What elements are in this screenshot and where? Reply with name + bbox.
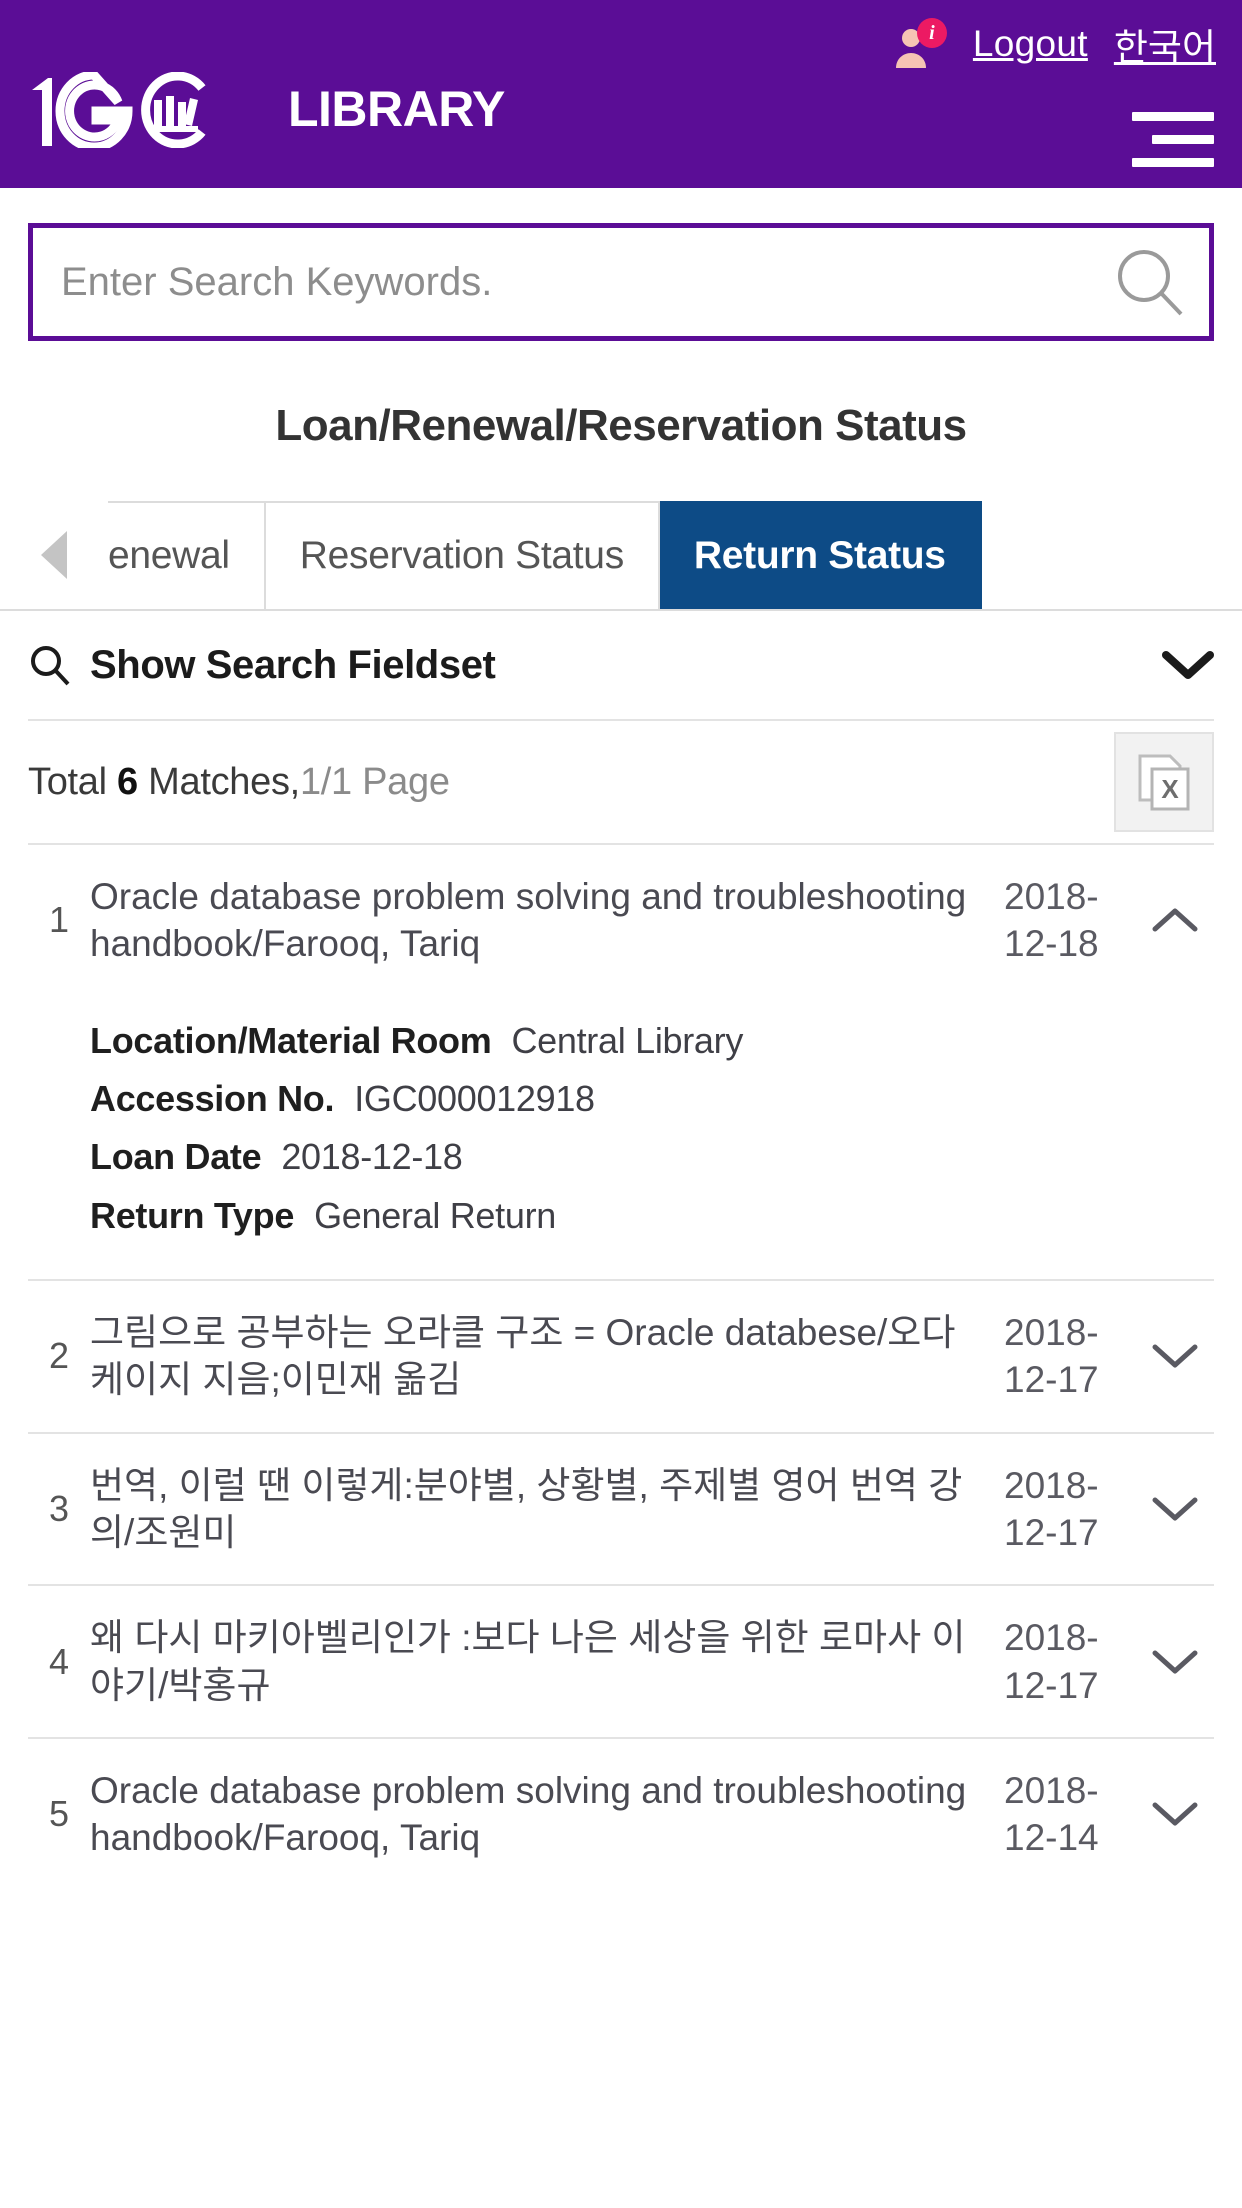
detail-label: Location/Material Room [90, 1019, 492, 1061]
detail-row: Return Type General Return [90, 1187, 1214, 1245]
detail-label: Loan Date [90, 1136, 262, 1178]
chevron-down-icon [1152, 1650, 1198, 1674]
status-tabs: enewal Reservation Status Return Status [0, 501, 1242, 611]
result-index: 2 [48, 1335, 70, 1377]
hamburger-menu-icon[interactable] [1132, 112, 1214, 176]
search-icon [28, 643, 72, 687]
hamburger-line [1132, 158, 1214, 167]
tab-renewal[interactable]: enewal [108, 501, 266, 609]
search-section [0, 188, 1242, 341]
language-toggle-link[interactable]: 한국어 [1114, 17, 1216, 71]
show-search-fieldset-label: Show Search Fieldset [90, 642, 496, 687]
result-title[interactable]: 그림으로 공부하는 오라클 구조 = Oracle databese/오다 케이… [90, 1309, 1004, 1404]
search-icon [1118, 250, 1183, 316]
result-item-header[interactable]: 2 그림으로 공부하는 오라클 구조 = Oracle databese/오다 … [28, 1281, 1214, 1432]
result-title[interactable]: 번역, 이럴 땐 이렇게:분야별, 상황별, 주제별 영어 번역 강의/조원미 [90, 1462, 1004, 1557]
result-item: 3 번역, 이럴 땐 이렇게:분야별, 상황별, 주제별 영어 번역 강의/조원… [28, 1431, 1214, 1585]
chevron-down-icon[interactable] [1162, 649, 1214, 681]
utility-bar: i Logout 한국어 [893, 18, 1216, 70]
hamburger-line [1152, 135, 1214, 144]
result-item: 2 그림으로 공부하는 오라클 구조 = Oracle databese/오다 … [28, 1278, 1214, 1432]
detail-value: Central Library [511, 1019, 744, 1061]
result-item: 1 Oracle database problem solving and tr… [28, 843, 1214, 1279]
page-indicator: 1/1 Page [299, 760, 450, 803]
triangle-left-icon [41, 531, 67, 579]
result-index: 4 [48, 1640, 70, 1682]
detail-row: Accession No. IGC000012918 [90, 1070, 1214, 1128]
info-badge-icon: i [916, 18, 947, 48]
result-title[interactable]: Oracle database problem solving and trou… [90, 873, 1004, 968]
excel-export-icon: X [1138, 754, 1190, 811]
search-box [28, 223, 1214, 341]
result-item-header[interactable]: 5 Oracle database problem solving and tr… [28, 1739, 1214, 1890]
result-expand-button[interactable] [1136, 1341, 1214, 1371]
detail-label: Accession No. [90, 1078, 335, 1120]
detail-value: 2018-12-18 [281, 1136, 463, 1178]
page-title: Loan/Renewal/Reservation Status [275, 401, 967, 450]
svg-text:X: X [1161, 774, 1179, 804]
total-prefix: Total [28, 760, 107, 803]
result-date: 2018-12-17 [1004, 1617, 1099, 1706]
result-index: 1 [48, 899, 70, 941]
result-title[interactable]: 왜 다시 마키아벨리인가 :보다 나은 세상을 위한 로마사 이야기/박홍규 [90, 1614, 1004, 1709]
excel-export-button[interactable]: X [1114, 732, 1214, 832]
result-date: 2018-12-17 [1004, 1311, 1099, 1401]
result-list: 1 Oracle database problem solving and tr… [28, 843, 1214, 1890]
result-item-header[interactable]: 4 왜 다시 마키아벨리인가 :보다 나은 세상을 위한 로마사 이야기/박홍규… [28, 1586, 1214, 1737]
result-item-header[interactable]: 1 Oracle database problem solving and tr… [28, 845, 1214, 996]
result-expand-button[interactable] [1136, 1494, 1214, 1524]
matches-label: Matches, [148, 760, 300, 803]
logo-wordmark: LIBRARY [288, 81, 505, 137]
detail-label: Return Type [90, 1194, 295, 1236]
result-index: 3 [48, 1488, 70, 1530]
hamburger-line [1132, 112, 1214, 121]
site-header: i Logout 한국어 LIBRARY [0, 0, 1242, 188]
chevron-down-icon [1152, 1802, 1198, 1826]
result-date: 2018-12-17 [1004, 1464, 1099, 1554]
logout-link[interactable]: Logout [973, 23, 1088, 65]
site-logo[interactable]: LIBRARY [26, 72, 505, 148]
tab-reservation-status[interactable]: Reservation Status [265, 501, 660, 609]
user-avatar[interactable]: i [893, 18, 947, 68]
result-date: 2018-12-18 [1004, 876, 1099, 965]
detail-row: Location/Material Room Central Library [90, 1012, 1214, 1070]
chevron-up-icon [1152, 908, 1198, 932]
result-summary: Total 6 Matches,1/1 Page X [28, 721, 1214, 843]
result-date: 2018-12-14 [1004, 1770, 1099, 1859]
tab-return-status[interactable]: Return Status [659, 501, 982, 609]
search-input[interactable] [33, 228, 1089, 336]
result-count-text: Total 6 Matches,1/1 Page [28, 761, 450, 804]
detail-value: General Return [314, 1194, 556, 1236]
total-count: 6 [117, 760, 138, 803]
result-collapse-button[interactable] [1136, 905, 1214, 935]
result-item: 4 왜 다시 마키아벨리인가 :보다 나은 세상을 위한 로마사 이야기/박홍규… [28, 1584, 1214, 1737]
chevron-down-icon [1152, 1497, 1198, 1521]
tabs-scroll-left-button[interactable] [0, 501, 108, 609]
result-expand-button[interactable] [1136, 1799, 1214, 1829]
result-expand-button[interactable] [1136, 1647, 1214, 1677]
result-index: 5 [48, 1793, 70, 1835]
result-detail-panel: Location/Material Room Central Library A… [28, 996, 1214, 1279]
search-submit-button[interactable] [1089, 228, 1209, 336]
logo-mark-icon [32, 72, 206, 148]
detail-value: IGC000012918 [354, 1078, 595, 1120]
result-item-header[interactable]: 3 번역, 이럴 땐 이렇게:분야별, 상황별, 주제별 영어 번역 강의/조원… [28, 1434, 1214, 1585]
detail-row: Loan Date 2018-12-18 [90, 1128, 1214, 1186]
show-search-fieldset-toggle[interactable]: Show Search Fieldset [28, 611, 1214, 719]
chevron-down-icon [1152, 1344, 1198, 1368]
result-title[interactable]: Oracle database problem solving and trou… [90, 1767, 1004, 1862]
result-item: 5 Oracle database problem solving and tr… [28, 1737, 1214, 1890]
